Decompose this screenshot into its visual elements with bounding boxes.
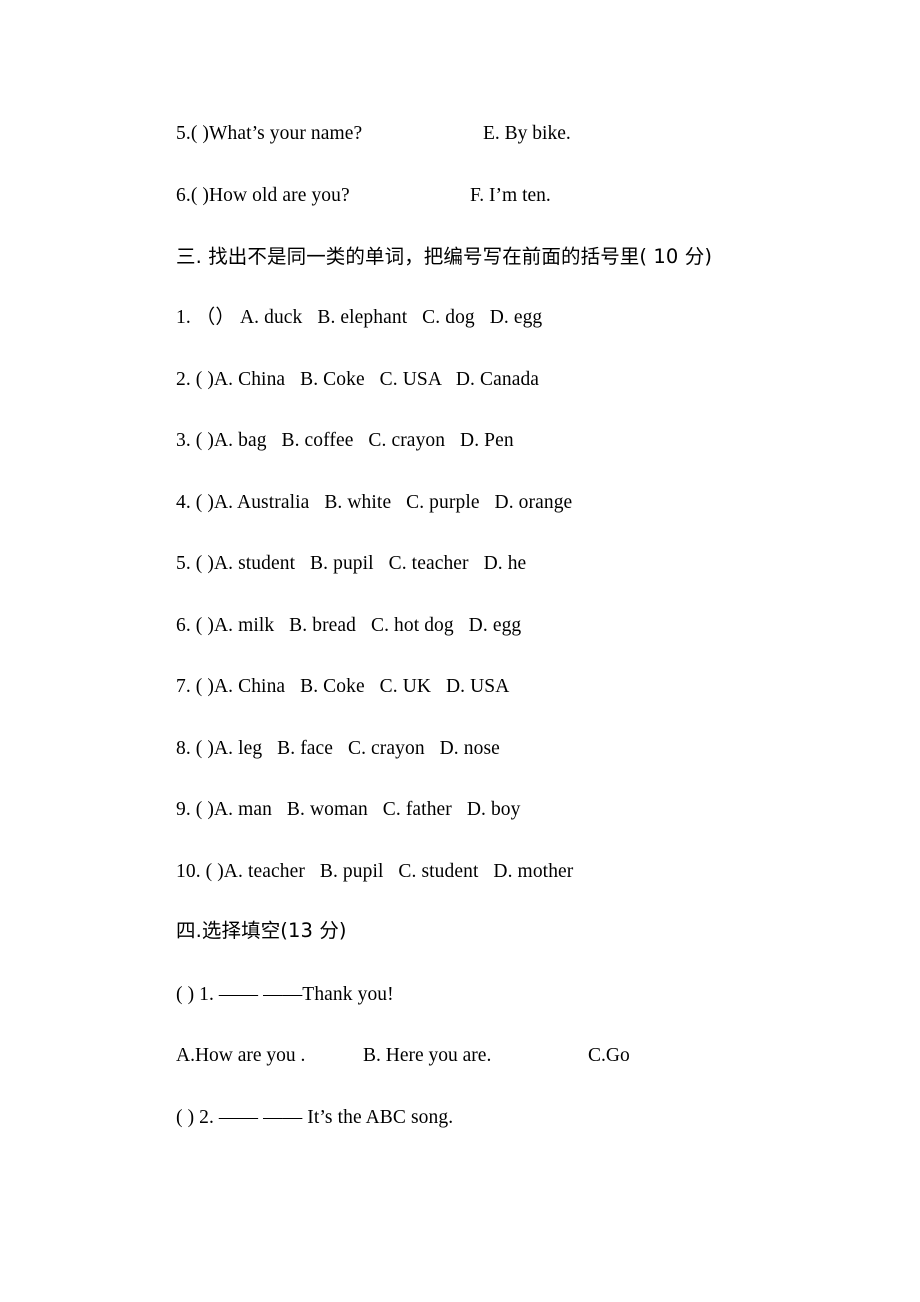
section-three-item-5: 5. ( )A. student B. pupil C. teacher D. … <box>176 553 527 574</box>
section-four-question-2-stem: ( ) 2. —— —— It’s the ABC song. <box>176 1107 454 1128</box>
matching-prompt-6: 6.( )How old are you? <box>176 185 350 206</box>
section-three-item-3: 3. ( )A. bag B. coffee C. crayon D. Pen <box>176 430 514 451</box>
section-four-question-1-stem: ( ) 1. —— ——Thank you! <box>176 984 394 1005</box>
section-three-item-7: 7. ( )A. China B. Coke C. UK D. USA <box>176 676 510 697</box>
section-three-heading: 三. 找出不是同一类的单词，把编号写在前面的括号里( 10 分) <box>176 245 713 268</box>
section-four-heading: 四.选择填空(13 分) <box>176 919 347 942</box>
section-three-item-2: 2. ( )A. China B. Coke C. USA D. Canada <box>176 369 540 390</box>
section-four-question-1-option-b: B. Here you are. <box>363 1045 492 1066</box>
section-three-item-6: 6. ( )A. milk B. bread C. hot dog D. egg <box>176 615 522 636</box>
section-three-item-1: 1. （） A. duck B. elephant C. dog D. egg <box>176 307 543 328</box>
section-three-item-8: 8. ( )A. leg B. face C. crayon D. nose <box>176 738 500 759</box>
section-three-item-9: 9. ( )A. man B. woman C. father D. boy <box>176 799 521 820</box>
section-three-item-10: 10. ( )A. teacher B. pupil C. student D.… <box>176 861 574 882</box>
matching-answer-f: F. I’m ten. <box>470 185 551 206</box>
matching-prompt-5: 5.( )What’s your name? <box>176 123 363 144</box>
matching-answer-e: E. By bike. <box>483 123 571 144</box>
worksheet-page: 5.( )What’s your name? E. By bike. 6.( )… <box>0 0 920 1302</box>
section-four-question-1-option-a: A.How are you . <box>176 1045 306 1066</box>
section-four-question-1-option-c: C.Go <box>588 1045 630 1066</box>
section-three-item-4: 4. ( )A. Australia B. white C. purple D.… <box>176 492 573 513</box>
